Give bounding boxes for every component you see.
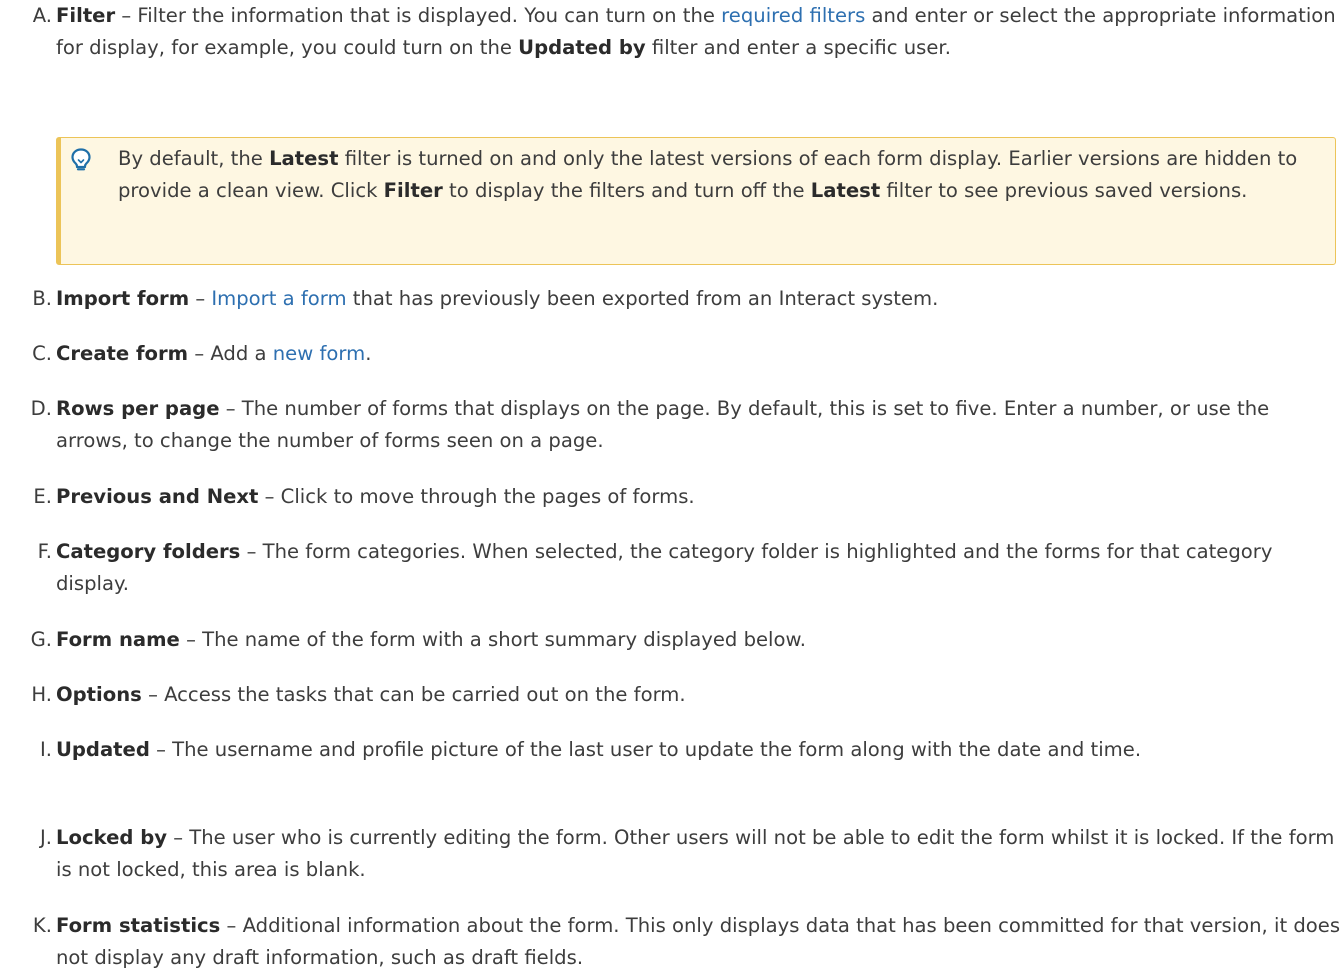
tip-callout: By default, the Latest filter is turned … [56,137,1336,265]
item-term: Updated [56,738,150,761]
item-letter: F. [37,540,52,563]
item-term: Form statistics [56,914,221,937]
item-letter: D. [30,397,52,420]
item-letter: A. [32,4,52,27]
item-term: Category folders [56,540,241,563]
item-bold: Updated by [518,36,646,59]
item-term: Locked by [56,826,167,849]
item-term: Form name [56,628,180,651]
item-term: Previous and Next [56,485,259,508]
item-letter: E. [33,485,52,508]
new-form-link[interactable]: new form [273,342,365,365]
item-letter: K. [32,914,52,937]
import-a-form-link[interactable]: Import a form [211,287,346,310]
item-term: Rows per page [56,397,220,420]
item-term: Filter [56,4,116,27]
item-letter: G. [30,628,52,651]
item-text: – Filter the information that is display… [115,4,722,27]
item-text: filter and enter a specific user. [645,36,951,59]
item-term: Import form [56,287,190,310]
required-filters-link[interactable]: required filters [721,4,865,27]
item-letter: I. [39,738,52,761]
item-letter: C. [32,342,52,365]
item-term: Create form [56,342,189,365]
item-term: Options [56,683,142,706]
tip-text: By default, the Latest filter is turned … [118,147,1298,202]
item-letter: B. [32,287,52,310]
item-letter: H. [31,683,52,706]
lightbulb-icon [70,148,92,172]
item-letter: J. [39,826,52,849]
